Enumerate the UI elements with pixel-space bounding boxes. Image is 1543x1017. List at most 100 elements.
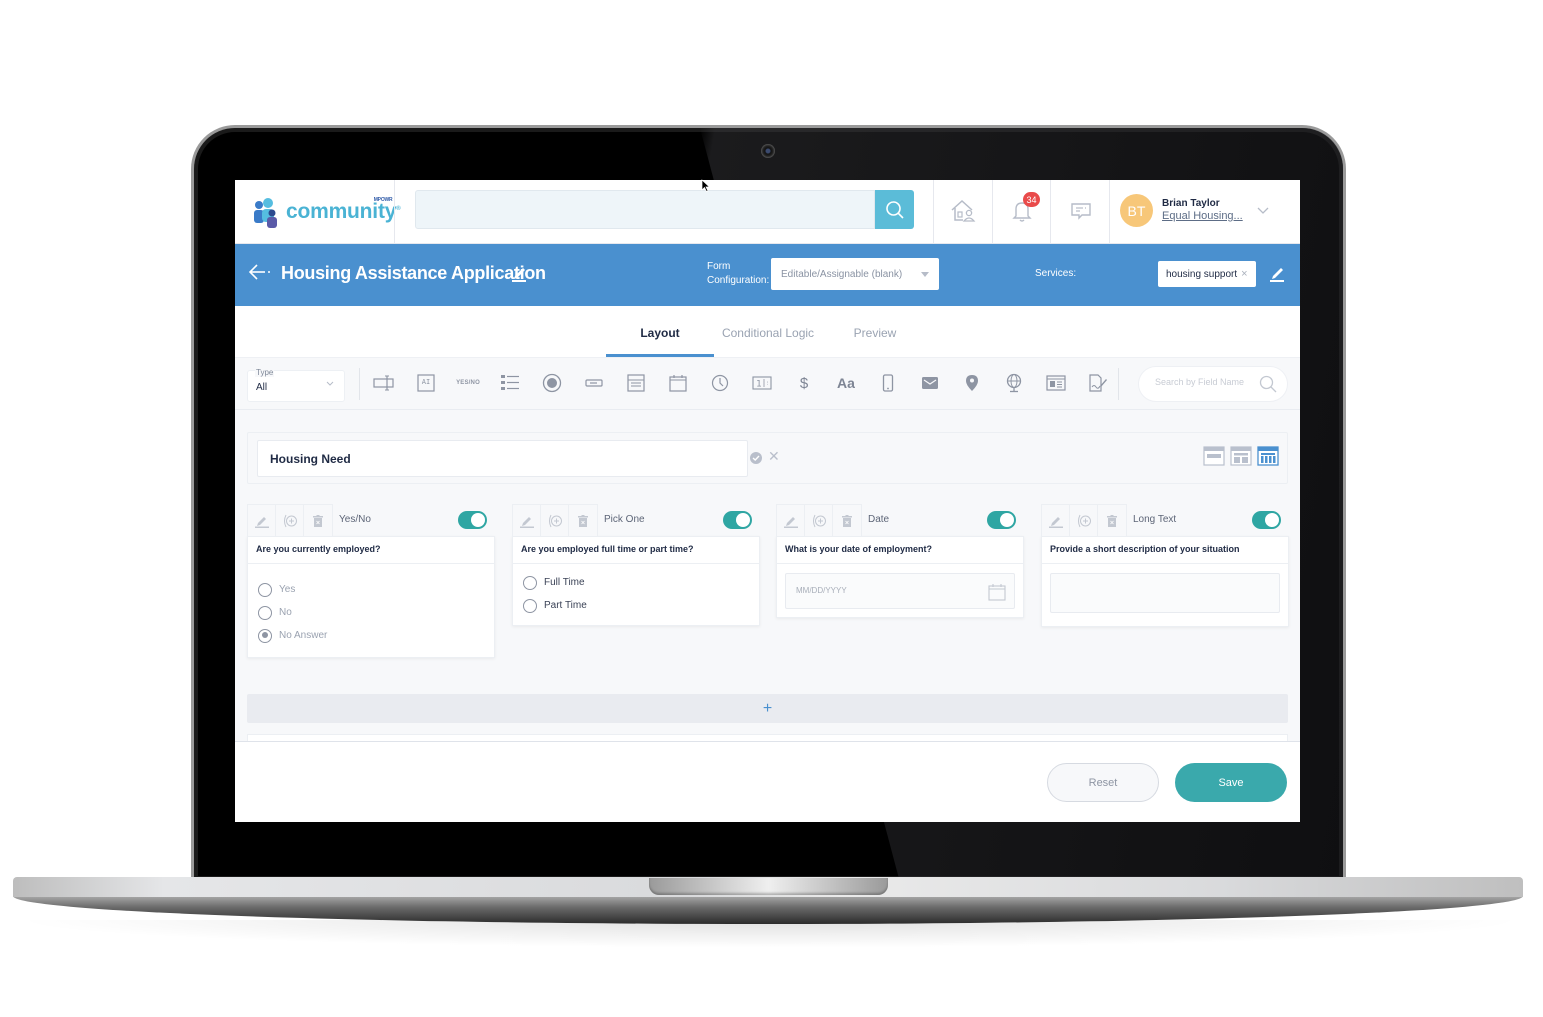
long-text-input[interactable]: [1050, 573, 1280, 613]
tool-radio[interactable]: [541, 372, 563, 394]
tool-checklist[interactable]: [499, 372, 521, 394]
tool-text-field[interactable]: [373, 372, 395, 394]
field-actions: [1041, 504, 1127, 536]
add-condition-button[interactable]: [1070, 505, 1098, 536]
field-actions: [776, 504, 862, 536]
tool-number[interactable]: 1 ⁝: [751, 372, 773, 394]
radio-option-part-time[interactable]: Part Time: [523, 594, 749, 617]
avatar[interactable]: BT: [1120, 194, 1153, 227]
confirm-section-button[interactable]: [750, 451, 762, 469]
radio-option-no-answer[interactable]: No Answer: [258, 624, 484, 647]
save-button[interactable]: Save: [1175, 763, 1287, 802]
calendar-icon[interactable]: [988, 583, 1006, 601]
search-icon[interactable]: [1259, 375, 1277, 393]
trash-icon: [1107, 514, 1117, 527]
type-filter-select[interactable]: Type All: [247, 368, 345, 402]
laptop-shadow: [10, 920, 1530, 948]
tab-preview[interactable]: Preview: [835, 326, 915, 340]
form-configuration-select[interactable]: Editable/Assignable (blank): [771, 258, 939, 290]
field-card: Long Text Provide a short description of…: [1041, 504, 1289, 627]
tool-phone[interactable]: [877, 372, 899, 394]
tool-email[interactable]: [919, 372, 941, 394]
radio-button[interactable]: [523, 575, 537, 590]
delete-field-button[interactable]: [1098, 505, 1126, 536]
edit-title-button[interactable]: [511, 264, 527, 287]
tool-short-input[interactable]: [583, 372, 605, 394]
community-logo[interactable]: community® MPOWR: [253, 194, 401, 230]
field-enabled-toggle[interactable]: [987, 511, 1016, 529]
type-value: All: [256, 382, 268, 393]
notifications-button[interactable]: 34: [1005, 192, 1040, 228]
edit-services-button[interactable]: [1269, 264, 1285, 287]
add-circle-icon: [812, 514, 826, 527]
reset-button[interactable]: Reset: [1047, 763, 1159, 802]
user-org-link[interactable]: Equal Housing...: [1162, 210, 1243, 222]
delete-field-button[interactable]: [569, 505, 597, 536]
tab-conditional-logic[interactable]: Conditional Logic: [717, 326, 819, 340]
tool-location[interactable]: [961, 372, 983, 394]
back-button[interactable]: [247, 262, 273, 287]
search-icon: [885, 200, 904, 219]
tool-yes-no[interactable]: YES/NO: [456, 372, 480, 394]
edit-field-button[interactable]: [513, 505, 541, 536]
delete-field-button[interactable]: [304, 505, 332, 536]
radio-button[interactable]: [258, 582, 272, 597]
remove-service-button[interactable]: ×: [1241, 268, 1247, 280]
divider: [1118, 368, 1119, 400]
pencil-icon: [1270, 268, 1284, 282]
tool-form-block[interactable]: [625, 372, 647, 394]
add-condition-button[interactable]: [276, 505, 304, 536]
add-condition-button[interactable]: [805, 505, 833, 536]
user-menu-chevron[interactable]: [1257, 202, 1269, 220]
global-search-input[interactable]: [415, 190, 875, 229]
field-toolbar: Type All AI YES/NO 1 ⁝ $ Aa Search by Fi…: [235, 358, 1300, 410]
add-section-button[interactable]: +: [247, 694, 1288, 723]
tool-text-style[interactable]: Aa: [835, 372, 857, 394]
tool-id-card[interactable]: [1045, 372, 1067, 394]
field-actions: [247, 504, 333, 536]
check-circle-icon: [750, 452, 762, 464]
field-search-input[interactable]: [1155, 377, 1255, 387]
ai-field-icon: AI: [417, 374, 435, 392]
home-people-icon: [951, 199, 976, 222]
field-options: Yes No No Answer: [248, 564, 494, 657]
layout-two-column-button[interactable]: [1230, 445, 1252, 467]
edit-field-button[interactable]: [1042, 505, 1070, 536]
chevron-down-icon: [1257, 207, 1269, 214]
field-enabled-toggle[interactable]: [723, 511, 752, 529]
tool-time[interactable]: [709, 372, 731, 394]
field-enabled-toggle[interactable]: [1252, 511, 1281, 529]
radio-button[interactable]: [258, 605, 272, 620]
field-input-area: [1042, 564, 1288, 626]
tool-signature[interactable]: [1087, 372, 1109, 394]
search-button[interactable]: [875, 190, 914, 229]
section-header: ✕: [247, 432, 1288, 484]
edit-field-button[interactable]: [777, 505, 805, 536]
radio-button[interactable]: [523, 598, 537, 613]
tool-web[interactable]: [1003, 372, 1025, 394]
arrow-left-icon: [248, 264, 270, 280]
tool-currency[interactable]: $: [793, 372, 815, 394]
tool-ai-field[interactable]: AI: [415, 372, 437, 394]
field-enabled-toggle[interactable]: [458, 511, 487, 529]
field-card-body: Are you employed full time or part time?…: [512, 536, 760, 626]
logo-wordmark: community: [286, 200, 397, 223]
section-title-input[interactable]: [257, 440, 748, 477]
home-people-button[interactable]: [946, 194, 980, 228]
service-chip: housing support ×: [1158, 261, 1256, 287]
tool-date[interactable]: [667, 372, 689, 394]
add-condition-button[interactable]: [541, 505, 569, 536]
date-text-input[interactable]: [796, 586, 956, 595]
messages-button[interactable]: [1064, 194, 1098, 228]
radio-option-yes[interactable]: Yes: [258, 578, 484, 601]
layout-four-column-button[interactable]: [1257, 445, 1279, 467]
radio-option-full-time[interactable]: Full Time: [523, 571, 749, 594]
radio-option-no[interactable]: No: [258, 601, 484, 624]
layout-one-column-button[interactable]: [1203, 445, 1225, 467]
tab-layout[interactable]: Layout: [606, 326, 714, 340]
date-input[interactable]: [785, 573, 1015, 609]
cancel-section-button[interactable]: ✕: [768, 448, 780, 465]
radio-button-checked[interactable]: [258, 628, 272, 643]
delete-field-button[interactable]: [833, 505, 861, 536]
edit-field-button[interactable]: [248, 505, 276, 536]
